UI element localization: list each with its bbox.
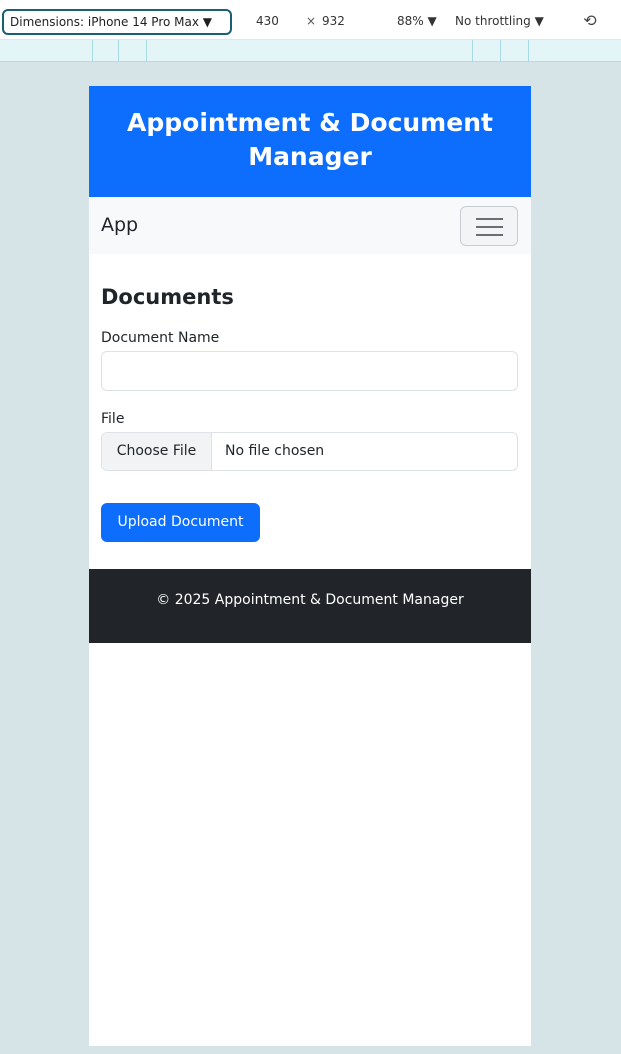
media-query-ruler <box>0 40 621 62</box>
choose-file-button[interactable]: Choose File <box>102 433 212 470</box>
file-status-text: No file chosen <box>225 443 325 459</box>
device-viewport: Appointment & Document Manager App Docum… <box>89 86 531 1046</box>
navbar: App <box>89 197 531 254</box>
throttling-select[interactable]: No throttling ▼ <box>455 14 544 28</box>
document-name-label: Document Name <box>101 330 220 346</box>
ruler-tick <box>146 40 147 62</box>
site-title: Appointment & Document Manager <box>127 108 493 171</box>
devtools-toolbar: Dimensions: iPhone 14 Pro Max ▼ 430 × 93… <box>0 0 621 40</box>
navbar-brand[interactable]: App <box>101 214 138 236</box>
navbar-toggler-button[interactable] <box>460 206 518 246</box>
viewport-height-field[interactable]: 932 <box>322 14 345 28</box>
documents-section: Documents Document Name File Choose File… <box>89 254 531 542</box>
ruler-tick <box>92 40 93 62</box>
ruler-tick <box>472 40 473 62</box>
ruler-tick <box>500 40 501 62</box>
site-header: Appointment & Document Manager <box>89 86 531 197</box>
section-title: Documents <box>101 285 234 309</box>
file-label: File <box>101 411 125 427</box>
viewport-width-field[interactable]: 430 <box>256 14 279 28</box>
ruler-tick <box>528 40 529 62</box>
footer-copyright: © 2025 Appointment & Document Manager <box>156 592 464 608</box>
hamburger-icon <box>476 218 503 236</box>
zoom-select[interactable]: 88% ▼ <box>397 14 437 28</box>
upload-document-button[interactable]: Upload Document <box>101 503 260 542</box>
document-name-input[interactable] <box>101 351 518 391</box>
dimension-separator: × <box>306 14 317 28</box>
site-footer: © 2025 Appointment & Document Manager <box>89 569 531 643</box>
file-input[interactable]: Choose File No file chosen <box>101 432 518 471</box>
ruler-tick <box>118 40 119 62</box>
rotate-icon[interactable]: ⟲ <box>580 11 600 31</box>
device-dimensions-select[interactable]: Dimensions: iPhone 14 Pro Max ▼ <box>2 9 232 35</box>
